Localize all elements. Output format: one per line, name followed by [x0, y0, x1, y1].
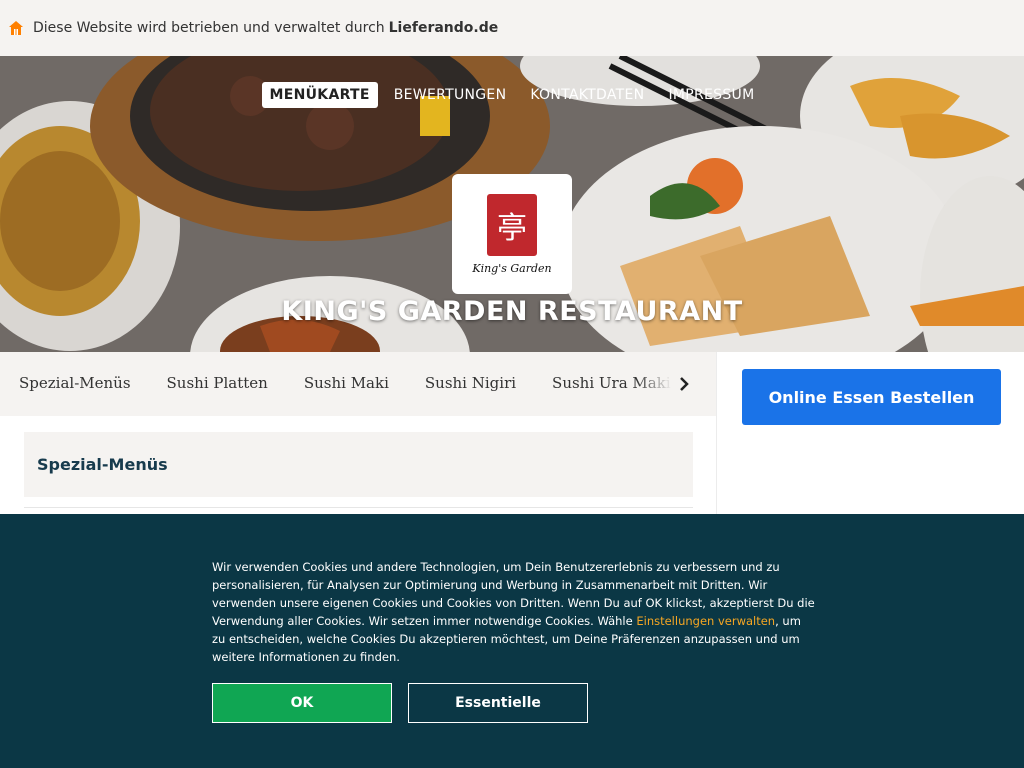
- logo-seal-icon: 亭: [487, 193, 537, 256]
- main-nav: MENÜKARTE BEWERTUNGEN KONTAKTDATEN IMPRE…: [0, 82, 1024, 108]
- restaurant-logo: 亭 King's Garden: [452, 174, 572, 294]
- cookie-message: Wir verwenden Cookies und andere Technol…: [212, 560, 815, 664]
- order-online-button[interactable]: Online Essen Bestellen: [742, 369, 1001, 425]
- provider-brand-link[interactable]: Lieferando.de: [389, 20, 499, 36]
- menu-section-header: Spezial-Menüs: [24, 432, 693, 497]
- category-list: Spezial-Menüs Sushi Platten Sushi Maki S…: [19, 374, 716, 392]
- section-divider: [24, 507, 693, 508]
- nav-kontaktdaten[interactable]: KONTAKTDATEN: [522, 82, 652, 108]
- nav-impressum[interactable]: IMPRESSUM: [660, 82, 762, 108]
- category-bar: Spezial-Menüs Sushi Platten Sushi Maki S…: [0, 352, 716, 416]
- nav-bewertungen[interactable]: BEWERTUNGEN: [386, 82, 515, 108]
- menu-section-title: Spezial-Menüs: [37, 455, 168, 474]
- category-sushi-platten[interactable]: Sushi Platten: [167, 374, 268, 392]
- cookie-banner: Wir verwenden Cookies und andere Technol…: [0, 514, 1024, 768]
- cookie-settings-link[interactable]: Einstellungen verwalten: [636, 614, 775, 628]
- nav-menukarte[interactable]: MENÜKARTE: [261, 82, 378, 108]
- category-sushi-nigiri[interactable]: Sushi Nigiri: [425, 374, 516, 392]
- chevron-right-icon[interactable]: [674, 374, 694, 394]
- cookie-ok-button[interactable]: OK: [212, 683, 392, 723]
- hero-banner: MENÜKARTE BEWERTUNGEN KONTAKTDATEN IMPRE…: [0, 56, 1024, 352]
- home-icon: [8, 20, 24, 36]
- provider-bar: Diese Website wird betrieben und verwalt…: [0, 0, 1024, 56]
- category-sushi-maki[interactable]: Sushi Maki: [304, 374, 389, 392]
- restaurant-title: KING'S GARDEN RESTAURANT: [281, 296, 743, 327]
- cookie-essential-button[interactable]: Essentielle: [408, 683, 588, 723]
- provider-text: Diese Website wird betrieben und verwalt…: [33, 20, 385, 36]
- logo-text: King's Garden: [472, 261, 552, 275]
- category-spezial-menues[interactable]: Spezial-Menüs: [19, 374, 131, 392]
